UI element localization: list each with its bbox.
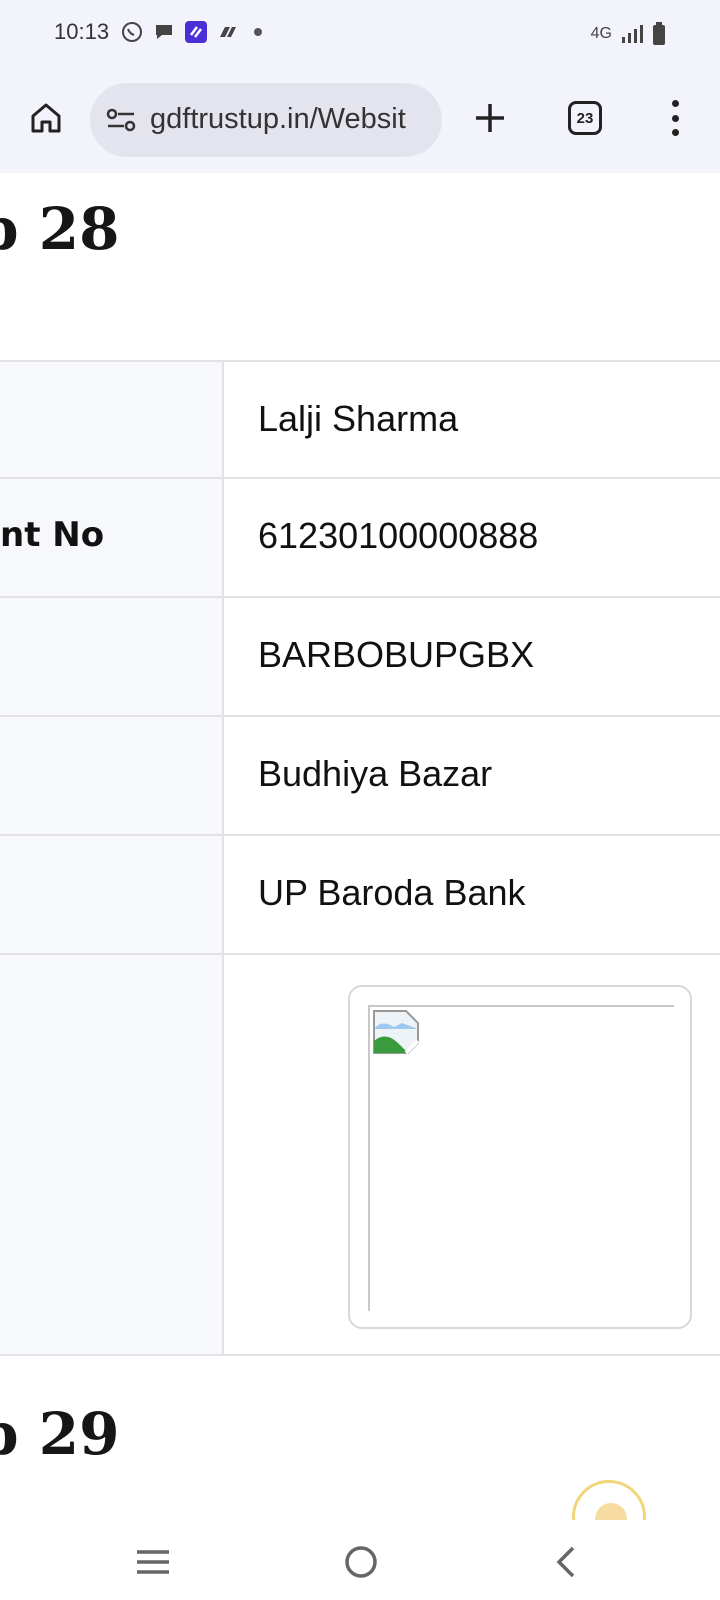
- photo-frame[interactable]: [348, 985, 692, 1329]
- drive-icon: [220, 27, 236, 37]
- recents-icon: [137, 1550, 169, 1574]
- home-circle-icon: [345, 1546, 377, 1578]
- table-value-cell: BARBOBUPGBX: [224, 598, 720, 715]
- whatsapp-icon: [122, 22, 142, 42]
- home-nav-button[interactable]: [339, 1540, 383, 1584]
- notification-icons: [120, 20, 262, 44]
- site-info-icon[interactable]: [106, 106, 138, 134]
- status-bar: 10:13 4G: [0, 0, 720, 70]
- table-row: Budhiya Bazar: [0, 717, 720, 836]
- table-value-cell: Budhiya Bazar: [224, 717, 720, 834]
- more-notifications-dot: [254, 28, 262, 36]
- status-time: 10:13: [54, 19, 110, 44]
- table-label-cell: [0, 598, 224, 715]
- system-nav-bar: [0, 1520, 720, 1600]
- photo-image: [368, 1005, 674, 1311]
- section-heading-28: p 28: [0, 195, 120, 263]
- ifsc-value: BARBOBUPGBX: [258, 634, 535, 675]
- chat-icon: [156, 25, 172, 39]
- table-value-cell: 61230100000888: [224, 479, 720, 596]
- table-value-cell: Lalji Sharma: [224, 362, 720, 477]
- signal-icon: [622, 25, 643, 43]
- table-label-cell: [0, 955, 224, 1354]
- details-table: Lalji Sharma nt No 61230100000888 BARBOB…: [0, 360, 720, 1356]
- plus-icon: [476, 104, 504, 132]
- broken-image-icon: [373, 1010, 420, 1055]
- status-right: 4G: [591, 22, 666, 46]
- table-row: UP Baroda Bank: [0, 836, 720, 955]
- menu-dot-icon: [671, 100, 679, 107]
- network-type: 4G: [590, 25, 612, 42]
- account-number-value: 61230100000888: [258, 515, 539, 556]
- more-menu-button[interactable]: [660, 96, 690, 140]
- section-heading-29: p 29: [0, 1400, 120, 1468]
- table-row: [0, 955, 720, 1356]
- url-text: gdftrustup.in/Websit: [150, 103, 406, 135]
- table-row: BARBOBUPGBX: [0, 598, 720, 717]
- home-button[interactable]: [24, 96, 68, 140]
- tab-switcher-button[interactable]: 23: [568, 101, 602, 135]
- table-label-cell: [0, 362, 224, 477]
- branch-value: Budhiya Bazar: [258, 753, 493, 794]
- menu-dot-icon: [671, 114, 679, 122]
- table-row: Lalji Sharma: [0, 362, 720, 479]
- name-value: Lalji Sharma: [258, 398, 459, 439]
- new-tab-button[interactable]: [468, 96, 512, 140]
- table-label-cell: [0, 717, 224, 834]
- back-nav-button[interactable]: [545, 1540, 589, 1584]
- recent-apps-button[interactable]: [131, 1540, 175, 1584]
- app-icon: [185, 21, 207, 43]
- battery-icon: [653, 22, 665, 45]
- table-value-cell: [224, 955, 720, 1354]
- table-label-cell: nt No: [0, 479, 224, 596]
- home-icon: [31, 103, 61, 133]
- address-bar[interactable]: gdftrustup.in/Websit: [90, 83, 442, 157]
- tab-count: 23: [576, 109, 594, 127]
- back-icon: [556, 1546, 575, 1578]
- bank-value: UP Baroda Bank: [258, 872, 526, 913]
- table-label-cell: [0, 836, 224, 953]
- browser-toolbar: gdftrustup.in/Websit 23: [0, 70, 720, 173]
- table-row: nt No 61230100000888: [0, 479, 720, 598]
- table-value-cell: UP Baroda Bank: [224, 836, 720, 953]
- menu-dot-icon: [671, 129, 679, 136]
- table-label: nt No: [0, 515, 105, 555]
